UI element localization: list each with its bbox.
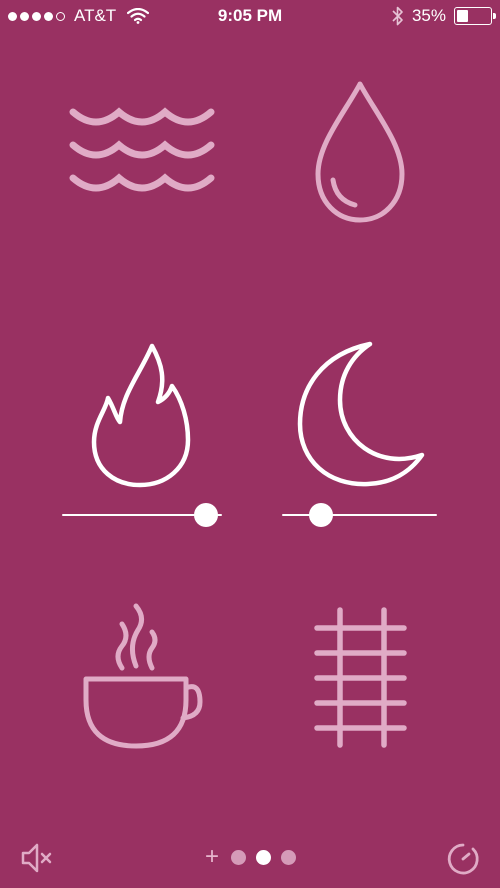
crescent-moon-icon	[297, 341, 425, 487]
fire-volume-slider[interactable]	[62, 503, 222, 527]
waves-icon	[69, 107, 215, 192]
railroad-track-icon	[314, 607, 407, 748]
sound-tile-fire[interactable]	[40, 330, 240, 530]
battery-icon	[454, 7, 496, 25]
sound-tile-coffee[interactable]	[40, 590, 240, 790]
water-drop-icon	[315, 81, 405, 223]
page-dot-active[interactable]	[256, 849, 271, 865]
speaker-muted-icon	[21, 843, 52, 873]
bluetooth-icon	[392, 6, 403, 26]
slider-knob[interactable]	[194, 503, 218, 527]
status-right: 35%	[392, 6, 496, 26]
sound-tile-rain-drop[interactable]	[260, 70, 460, 270]
mute-button[interactable]	[20, 840, 56, 876]
battery-percent: 35%	[411, 6, 446, 25]
timer-button[interactable]	[444, 840, 482, 878]
page-dot[interactable]	[281, 849, 296, 865]
sound-tile-night[interactable]	[260, 330, 460, 530]
battery-fill	[457, 10, 468, 22]
page-indicator: +	[203, 845, 296, 869]
page-dot[interactable]	[231, 849, 246, 865]
add-page-button[interactable]: +	[203, 845, 221, 869]
slider-knob[interactable]	[308, 503, 333, 527]
status-bar: AT&T 9:05 PM 35%	[0, 0, 500, 34]
night-volume-slider[interactable]	[282, 503, 437, 527]
slider-track	[282, 514, 437, 516]
bottom-bar: +	[0, 830, 500, 888]
coffee-cup-icon	[83, 603, 203, 749]
timer-icon	[447, 843, 479, 875]
sound-tile-waves[interactable]	[40, 70, 240, 270]
flame-icon	[91, 343, 191, 488]
battery-nub	[493, 13, 496, 19]
sound-tile-train[interactable]	[260, 590, 460, 790]
